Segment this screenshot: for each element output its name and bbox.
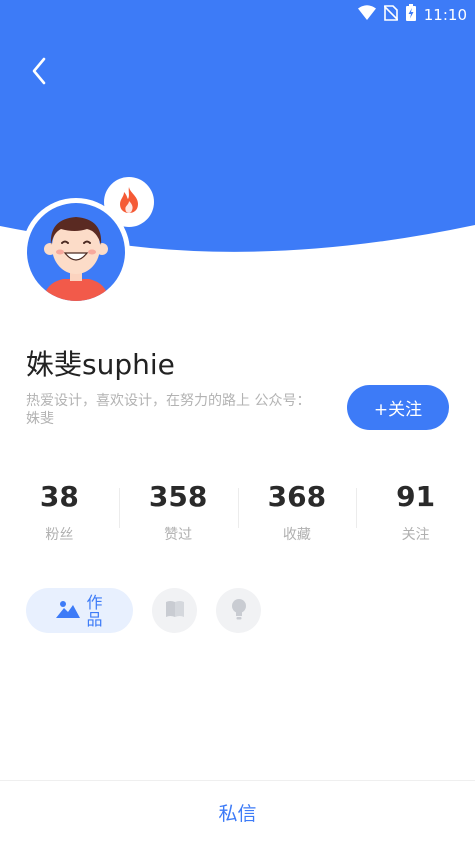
fire-icon bbox=[118, 186, 140, 218]
back-button[interactable] bbox=[24, 56, 54, 90]
no-sim-icon bbox=[383, 4, 399, 25]
follow-button[interactable]: +关注 bbox=[347, 385, 449, 430]
stat-favorites[interactable]: 368 收藏 bbox=[237, 478, 357, 548]
stat-label: 粉丝 bbox=[45, 527, 74, 543]
stat-value: 358 bbox=[148, 480, 208, 513]
tab-books[interactable] bbox=[152, 588, 197, 633]
battery-charging-icon bbox=[405, 4, 416, 25]
message-label: 私信 bbox=[218, 803, 257, 825]
avatar[interactable] bbox=[22, 198, 130, 306]
status-bar: 11:10 bbox=[0, 0, 475, 28]
status-time: 11:10 bbox=[423, 5, 467, 24]
stat-value: 368 bbox=[267, 480, 327, 513]
profile-bio: 热爱设计，喜欢设计，在努力的路上 公众号：姝斐 bbox=[26, 393, 311, 427]
chevron-left-icon bbox=[31, 57, 47, 89]
message-button[interactable]: 私信 bbox=[0, 780, 475, 844]
tab-works[interactable]: 作品 bbox=[26, 588, 133, 633]
wifi-icon bbox=[357, 5, 376, 24]
book-icon bbox=[165, 600, 185, 622]
stats-row: 38 粉丝 358 赞过 368 收藏 91 关注 bbox=[0, 478, 475, 548]
stat-fans[interactable]: 38 粉丝 bbox=[0, 478, 119, 548]
stat-likes[interactable]: 358 赞过 bbox=[118, 478, 238, 548]
stat-label: 收藏 bbox=[282, 527, 311, 543]
stat-value: 91 bbox=[396, 480, 436, 513]
content-tabs: 作品 bbox=[26, 588, 261, 633]
tab-ideas[interactable] bbox=[216, 588, 261, 633]
stat-label: 关注 bbox=[401, 527, 430, 543]
stat-value: 38 bbox=[39, 480, 79, 513]
mountain-image-icon bbox=[55, 599, 80, 623]
avatar-image bbox=[27, 203, 125, 301]
tab-works-label: 作品 bbox=[86, 592, 103, 629]
stat-label: 赞过 bbox=[164, 527, 193, 543]
lightbulb-icon bbox=[231, 598, 247, 624]
stat-following[interactable]: 91 关注 bbox=[356, 478, 475, 548]
profile-name: 姝斐suphie bbox=[26, 348, 175, 381]
